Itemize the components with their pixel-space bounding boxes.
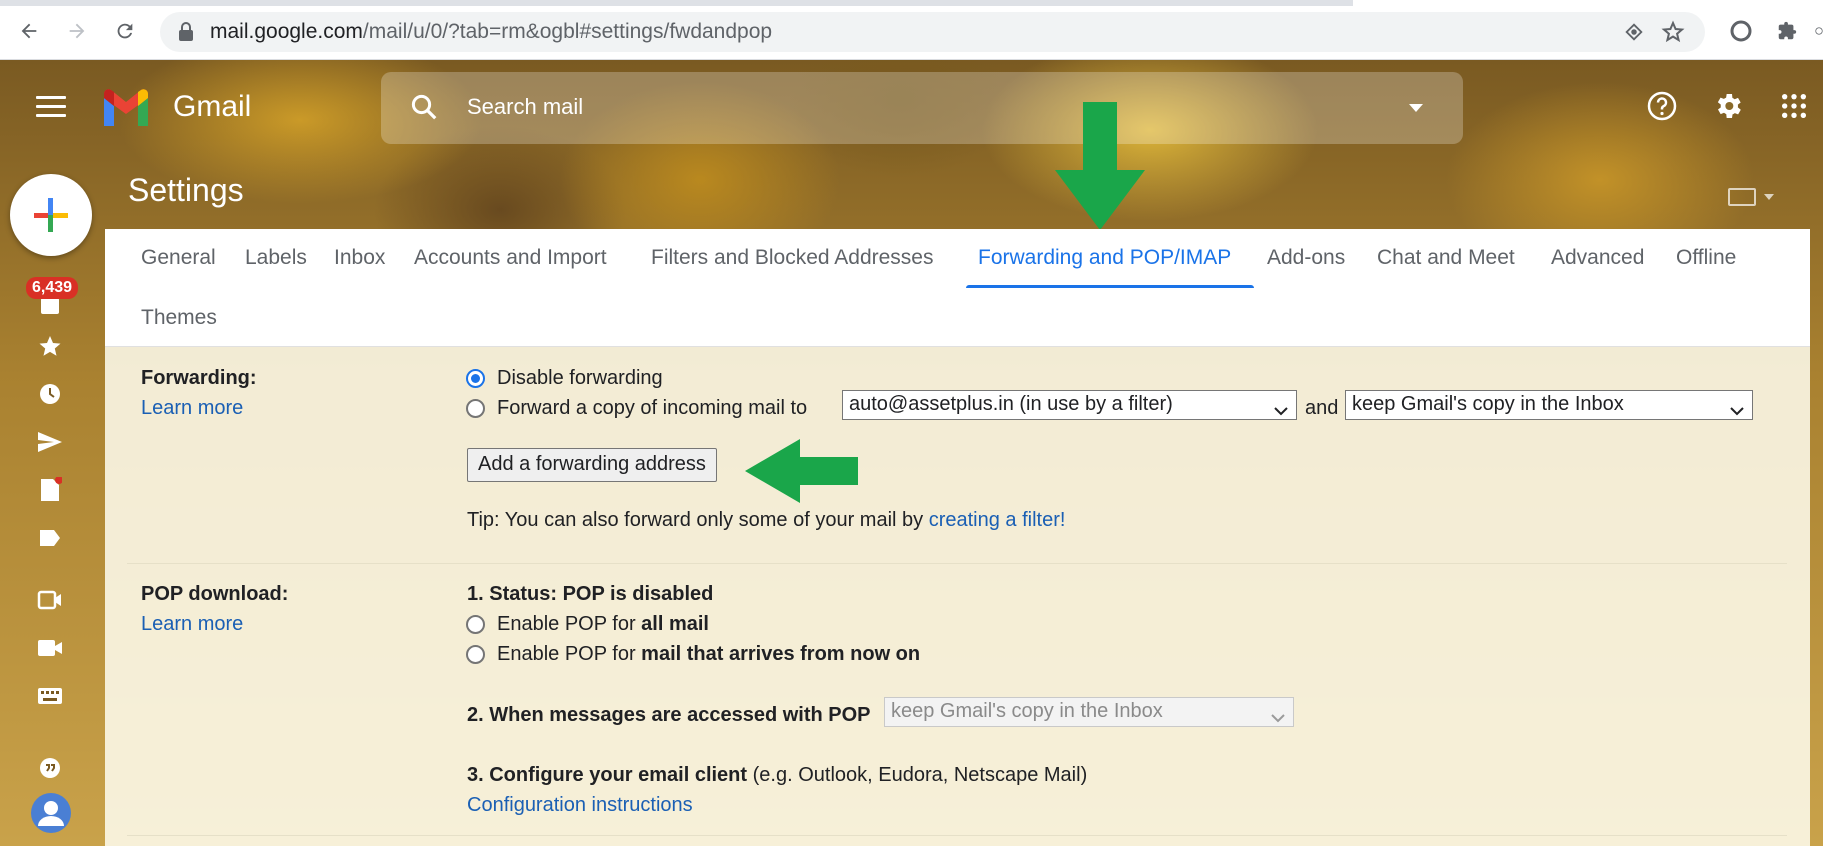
forward-icon[interactable] bbox=[62, 16, 92, 46]
tab-offline[interactable]: Offline bbox=[1676, 246, 1736, 270]
input-tools-chevron-icon[interactable] bbox=[1764, 194, 1774, 200]
chevron-down-icon bbox=[1271, 706, 1285, 726]
tab-advanced[interactable]: Advanced bbox=[1551, 246, 1644, 270]
search-options-chevron-icon[interactable] bbox=[1409, 104, 1423, 112]
forward-copy-label: Forward a copy of incoming mail to bbox=[497, 397, 808, 419]
annotation-down-arrow bbox=[1050, 102, 1150, 235]
gmail-wordmark: Gmail bbox=[173, 90, 252, 123]
pop-access-value: keep Gmail's copy in the Inbox bbox=[891, 700, 1163, 722]
tab-labels[interactable]: Labels bbox=[245, 246, 307, 270]
settings-gear-icon[interactable] bbox=[1708, 86, 1748, 126]
tab-chat-and-meet[interactable]: Chat and Meet bbox=[1377, 246, 1515, 270]
reload-icon[interactable] bbox=[110, 16, 140, 46]
address-bar[interactable]: mail.google.com/mail/u/0/?tab=rm&ogbl#se… bbox=[160, 12, 1705, 52]
enable-pop-now-label: Enable POP for mail that arrives from no… bbox=[497, 643, 921, 665]
copy-action-value: keep Gmail's copy in the Inbox bbox=[1352, 393, 1624, 415]
settings-panel: General Labels Inbox Accounts and Import… bbox=[105, 229, 1810, 846]
create-filter-link[interactable]: creating a filter! bbox=[929, 509, 1066, 531]
chevron-down-icon bbox=[1274, 399, 1288, 419]
search-input[interactable]: Search mail bbox=[467, 94, 583, 120]
active-tab-indicator bbox=[966, 285, 1254, 288]
section-divider bbox=[127, 835, 1787, 836]
copy-action-select[interactable]: keep Gmail's copy in the Inbox bbox=[1345, 390, 1753, 420]
avatar[interactable] bbox=[30, 792, 72, 834]
video-camera-icon[interactable] bbox=[36, 634, 64, 662]
search-icon[interactable] bbox=[409, 92, 439, 127]
unread-count-badge: 6,439 bbox=[26, 277, 79, 299]
tab-filters-and-blocked-addresses[interactable]: Filters and Blocked Addresses bbox=[651, 246, 933, 270]
pop-access-select: keep Gmail's copy in the Inbox bbox=[884, 697, 1294, 727]
configuration-instructions-link[interactable]: Configuration instructions bbox=[467, 794, 693, 817]
forwarding-pop-content: Forwarding: Learn more Disable forwardin… bbox=[105, 347, 1810, 846]
tab-inbox[interactable]: Inbox bbox=[334, 246, 385, 270]
extension-circle-icon[interactable] bbox=[1728, 18, 1754, 44]
and-label: and bbox=[1305, 397, 1339, 419]
snoozed-clock-icon[interactable] bbox=[36, 380, 64, 408]
page-title: Settings bbox=[128, 172, 244, 208]
pop-access-label: 2. When messages are accessed with POP bbox=[467, 704, 871, 726]
annotation-left-arrow bbox=[745, 439, 865, 508]
extensions-puzzle-icon[interactable] bbox=[1774, 18, 1800, 44]
pop-download-label: POP download: bbox=[141, 583, 289, 605]
gmail-app: Gmail Search mail 6,439 Settings General… bbox=[0, 60, 1823, 846]
starred-icon[interactable] bbox=[36, 332, 64, 360]
configure-client-text: 3. Configure your email client (e.g. Out… bbox=[467, 764, 1088, 786]
compose-plus-icon-vertical bbox=[48, 198, 53, 232]
browser-toolbar: mail.google.com/mail/u/0/?tab=rm&ogbl#se… bbox=[0, 0, 1823, 60]
forward-address-value: auto@assetplus.in (in use by a filter) bbox=[849, 393, 1173, 415]
back-icon[interactable] bbox=[14, 16, 44, 46]
profile-icon[interactable] bbox=[1815, 18, 1823, 44]
disable-forwarding-label: Disable forwarding bbox=[497, 367, 663, 389]
forwarding-label: Forwarding: bbox=[141, 367, 257, 389]
tab-general[interactable]: General bbox=[141, 246, 216, 270]
keyboard-icon[interactable] bbox=[36, 682, 64, 710]
bookmark-star-icon[interactable] bbox=[1661, 20, 1685, 49]
label-icon[interactable] bbox=[36, 524, 64, 552]
url-text: mail.google.com/mail/u/0/?tab=rm&ogbl#se… bbox=[210, 20, 773, 43]
site-settings-icon[interactable] bbox=[1623, 21, 1645, 48]
search-bar[interactable]: Search mail bbox=[381, 72, 1463, 144]
sent-icon[interactable] bbox=[36, 428, 64, 456]
gmail-logo-icon[interactable] bbox=[100, 88, 152, 128]
chat-quote-icon[interactable] bbox=[36, 754, 64, 782]
input-tools-keyboard-icon[interactable] bbox=[1728, 188, 1756, 206]
pop-learn-more-link[interactable]: Learn more bbox=[141, 613, 243, 636]
apps-grid-icon[interactable] bbox=[1774, 86, 1814, 126]
tab-accounts-and-import[interactable]: Accounts and Import bbox=[414, 246, 607, 270]
add-forwarding-address-button[interactable]: Add a forwarding address bbox=[467, 448, 717, 482]
enable-pop-all-label: Enable POP for all mail bbox=[497, 613, 709, 635]
main-menu-icon[interactable] bbox=[36, 96, 66, 118]
forwarding-tip: Tip: You can also forward only some of y… bbox=[467, 509, 1066, 531]
section-divider bbox=[127, 563, 1787, 564]
disable-forwarding-radio[interactable] bbox=[466, 369, 485, 388]
tab-forwarding-and-pop-imap[interactable]: Forwarding and POP/IMAP bbox=[978, 246, 1231, 270]
meet-icon[interactable] bbox=[36, 586, 64, 614]
forward-address-select[interactable]: auto@assetplus.in (in use by a filter) bbox=[842, 390, 1297, 420]
forwarding-learn-more-link[interactable]: Learn more bbox=[141, 397, 243, 420]
enable-pop-now-radio[interactable] bbox=[466, 645, 485, 664]
settings-tabs: General Labels Inbox Accounts and Import… bbox=[105, 229, 1810, 347]
active-browser-tab[interactable] bbox=[1353, 0, 1823, 6]
tab-themes[interactable]: Themes bbox=[141, 306, 217, 330]
chevron-down-icon bbox=[1730, 399, 1744, 419]
compose-button[interactable] bbox=[10, 174, 92, 256]
help-icon[interactable] bbox=[1642, 86, 1682, 126]
forward-copy-radio[interactable] bbox=[466, 399, 485, 418]
drafts-icon[interactable] bbox=[36, 476, 64, 504]
enable-pop-all-radio[interactable] bbox=[466, 615, 485, 634]
tab-strip bbox=[0, 0, 1823, 6]
tab-add-ons[interactable]: Add-ons bbox=[1267, 246, 1345, 270]
pop-status: 1. Status: POP is disabled bbox=[467, 583, 714, 605]
lock-icon bbox=[178, 22, 194, 47]
